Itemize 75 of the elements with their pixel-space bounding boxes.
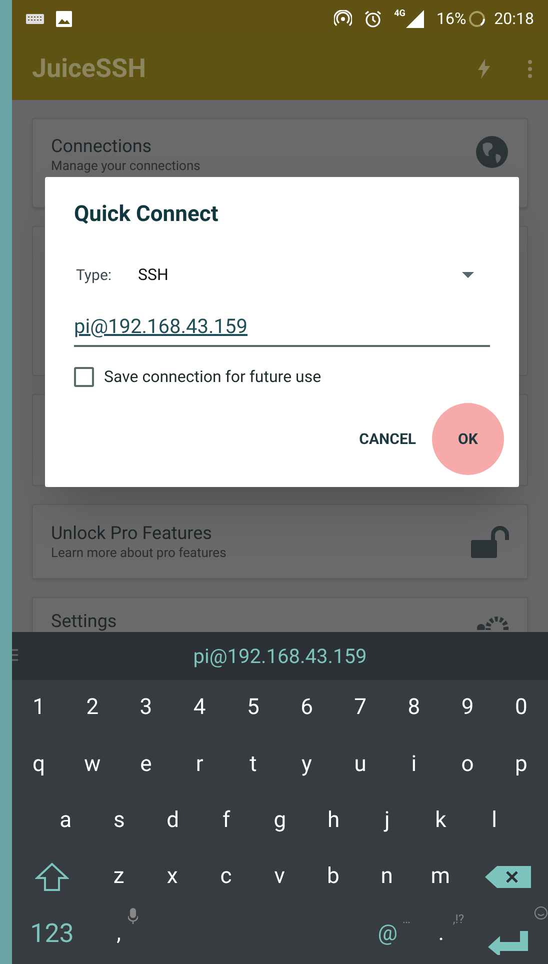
keyboard-key[interactable]: 4 xyxy=(189,697,210,720)
keyboard-key[interactable]: y xyxy=(298,754,316,776)
microphone-icon xyxy=(128,908,138,924)
app-title: JuiceSSH xyxy=(32,52,146,86)
lightning-icon xyxy=(478,59,490,79)
image-icon xyxy=(56,11,72,27)
keyboard-key[interactable]: d xyxy=(162,810,183,832)
hotspot-icon xyxy=(334,10,352,28)
keyboard-key[interactable]: . xyxy=(434,922,448,945)
key-hint: … xyxy=(402,910,410,928)
keyboard-key[interactable]: a xyxy=(56,810,76,832)
clock-time: 20:18 xyxy=(494,8,534,30)
network-type: 4G xyxy=(394,10,406,19)
keyboard-key[interactable]: q xyxy=(28,754,50,776)
keyboard-key[interactable]: b xyxy=(322,866,344,888)
keyboard-key[interactable]: k xyxy=(431,810,450,832)
keyboard-key[interactable]: g xyxy=(270,810,290,832)
keyboard-icon xyxy=(26,14,44,24)
keyboard-key[interactable]: j xyxy=(380,810,394,832)
keyboard-key[interactable]: @ xyxy=(374,922,402,945)
keyboard-key[interactable]: 3 xyxy=(136,697,156,720)
keyboard-key[interactable]: 2 xyxy=(82,697,103,720)
save-checkbox[interactable] xyxy=(74,367,94,387)
keyboard-key[interactable]: l xyxy=(488,810,502,832)
shift-key[interactable] xyxy=(35,862,69,892)
keyboard-key[interactable]: , xyxy=(112,922,125,945)
card-title: Settings xyxy=(51,610,118,632)
card-subtitle: Learn more about pro features xyxy=(51,546,228,562)
type-value: SSH xyxy=(138,264,170,286)
type-label: Type: xyxy=(76,264,113,286)
keyboard-key[interactable]: i xyxy=(407,754,421,776)
dropdown-caret-icon xyxy=(462,272,474,278)
keyboard-key[interactable]: 8 xyxy=(404,697,424,720)
keyboard-key[interactable]: e xyxy=(136,754,156,776)
keyboard-key[interactable]: p xyxy=(510,754,532,776)
keyboard-key[interactable]: n xyxy=(376,866,397,888)
save-checkbox-label: Save connection for future use xyxy=(104,366,322,388)
keyboard-key[interactable]: 7 xyxy=(350,697,371,720)
keyboard-key[interactable]: t xyxy=(246,754,261,776)
address-value: pi@192.168.43.159 xyxy=(74,313,248,340)
keyboard-key[interactable]: 5 xyxy=(242,697,264,720)
smiley-icon xyxy=(534,906,548,920)
keyboard-key[interactable]: v xyxy=(270,866,289,888)
keyboard-key[interactable]: f xyxy=(218,810,234,832)
keyboard-key[interactable]: r xyxy=(192,754,208,776)
keyboard-key[interactable]: m xyxy=(426,866,454,888)
keyboard-key[interactable]: o xyxy=(457,754,478,776)
unlocked-padlock-icon xyxy=(471,526,509,558)
keyboard-key[interactable]: 9 xyxy=(457,697,478,720)
key-hint: ,!? xyxy=(452,910,464,928)
keyboard-key[interactable]: u xyxy=(350,754,370,776)
dialog-button[interactable]: OK xyxy=(432,403,504,475)
signal-icon xyxy=(406,10,424,28)
numbers-key[interactable]: 123 xyxy=(30,920,74,947)
keyboard-key[interactable]: 0 xyxy=(510,697,532,720)
keyboard-key[interactable]: 1 xyxy=(28,697,49,720)
keyboard-key[interactable]: s xyxy=(110,810,129,832)
card-subtitle: Manage your connections xyxy=(51,159,202,175)
keyboard-key[interactable]: 6 xyxy=(296,697,317,720)
address-input[interactable]: pi@192.168.43.159 xyxy=(74,311,490,347)
battery-percentage: 16% xyxy=(436,8,466,30)
keyboard-key[interactable]: x xyxy=(162,866,182,888)
dialog-button[interactable]: CANCEL xyxy=(347,403,428,475)
backspace-key[interactable] xyxy=(484,866,531,888)
type-dropdown[interactable]: Type: SSH xyxy=(74,259,490,291)
suggestion[interactable]: pi@192.168.43.159 xyxy=(193,641,367,671)
globe-icon xyxy=(475,135,509,169)
card-title: Unlock Pro Features xyxy=(51,522,213,546)
keyboard-key[interactable]: h xyxy=(324,810,344,832)
keyboard-key[interactable]: c xyxy=(216,866,236,888)
card-title: Connections xyxy=(51,135,153,159)
battery-ring-icon xyxy=(468,10,486,28)
alarm-clock-icon xyxy=(364,10,382,28)
keyboard-key[interactable]: z xyxy=(109,866,128,888)
keyboard-key[interactable]: w xyxy=(80,754,105,776)
